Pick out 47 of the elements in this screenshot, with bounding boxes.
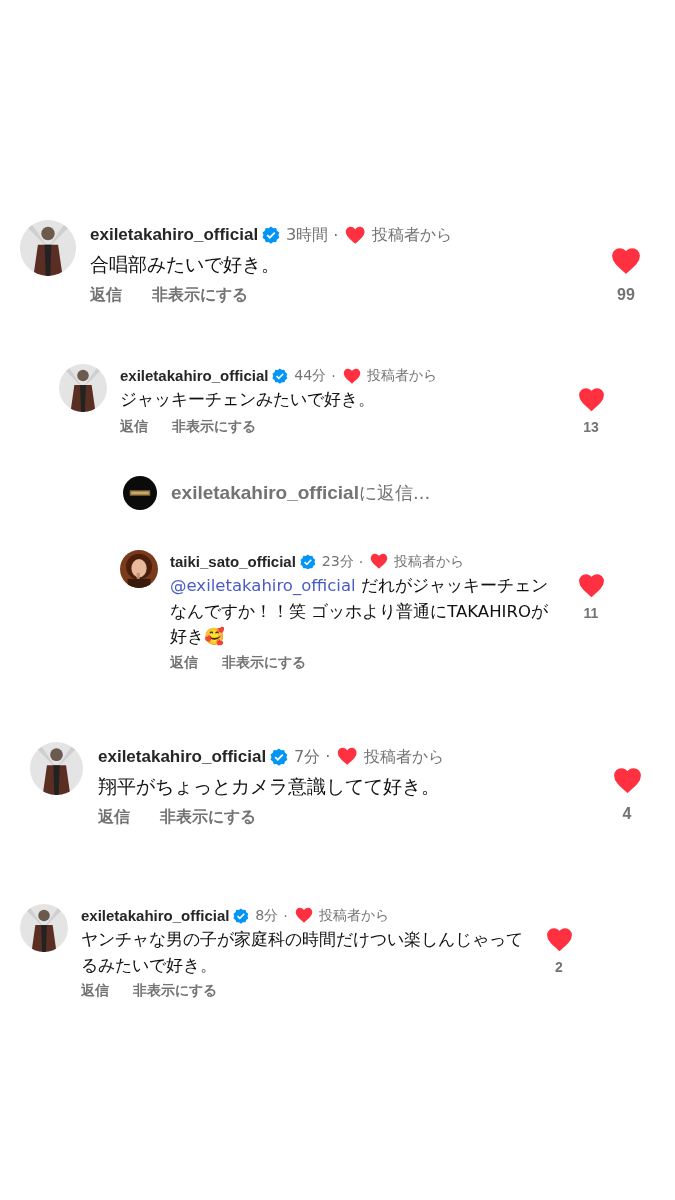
username[interactable]: taiki_sato_official	[170, 553, 296, 570]
like-count: 4	[622, 804, 632, 823]
timestamp: 7分	[294, 745, 321, 768]
timestamp: 44分	[294, 366, 327, 386]
separator-dot: ·	[333, 225, 339, 245]
like-count: 11	[583, 605, 599, 621]
username[interactable]: exiletakahiro_official	[98, 746, 267, 767]
like-count: 99	[617, 285, 635, 304]
author-liked-label: 投稿者から	[366, 366, 437, 386]
comment-action-link[interactable]: 返信	[98, 807, 130, 829]
comment-action-link[interactable]: 非表示にする	[160, 807, 256, 829]
username[interactable]: exiletakahiro_official	[81, 907, 230, 925]
comment-text: @exiletakahiro_official だれがジャッキーチェンなんですか！！笑 ゴッホより普通にTAKAHIROが好き🥰	[170, 575, 549, 649]
like-count: 13	[583, 419, 599, 436]
comment-text: ヤンチャな男の子が家庭科の時間だけつい楽しんじゃってるみたいで好き。	[81, 929, 524, 977]
separator-dot: ·	[283, 907, 288, 924]
separator-dot: ·	[331, 367, 336, 384]
like-heart-icon[interactable]	[613, 767, 641, 793]
comment-action-link[interactable]: 非表示にする	[222, 653, 306, 672]
author-liked-label: 投稿者から	[371, 224, 452, 246]
comment-text: ジャッキーチェンみたいで好き。	[120, 389, 376, 412]
like-heart-icon[interactable]	[578, 574, 604, 597]
comment-action-link[interactable]: 非表示にする	[152, 285, 248, 307]
comment-action-link[interactable]: 返信	[120, 418, 148, 436]
author-liked-label: 投稿者から	[318, 906, 389, 926]
username[interactable]: exiletakahiro_official	[120, 367, 269, 385]
reply-prompt: exiletakahiro_officialに返信...	[171, 481, 431, 505]
timestamp: 8分	[255, 906, 279, 926]
comment-action-link[interactable]: 返信	[90, 285, 122, 307]
mention-link[interactable]: @exiletakahiro_official	[170, 576, 356, 595]
comment-action-link[interactable]: 返信	[81, 982, 109, 1001]
author-liked-label: 投稿者から	[394, 552, 465, 571]
comment-action-link[interactable]: 非表示にする	[172, 418, 256, 436]
separator-dot: ·	[358, 553, 364, 570]
timestamp: 23分	[321, 552, 354, 571]
comment-action-link[interactable]: 非表示にする	[133, 982, 217, 1001]
like-heart-icon[interactable]	[578, 388, 604, 412]
like-count: 2	[555, 959, 563, 976]
comment-text: 翔平がちょっとカメラ意識してて好き。	[98, 773, 441, 799]
comment-text: 合唱部みたいで好き。	[90, 252, 281, 277]
timestamp: 3時間	[286, 224, 329, 246]
like-heart-icon[interactable]	[612, 248, 640, 274]
author-liked-label: 投稿者から	[363, 745, 444, 768]
comment-action-link[interactable]: 返信	[170, 653, 198, 672]
like-heart-icon[interactable]	[546, 928, 572, 952]
separator-dot: ·	[325, 747, 331, 767]
username[interactable]: exiletakahiro_official	[90, 225, 259, 245]
